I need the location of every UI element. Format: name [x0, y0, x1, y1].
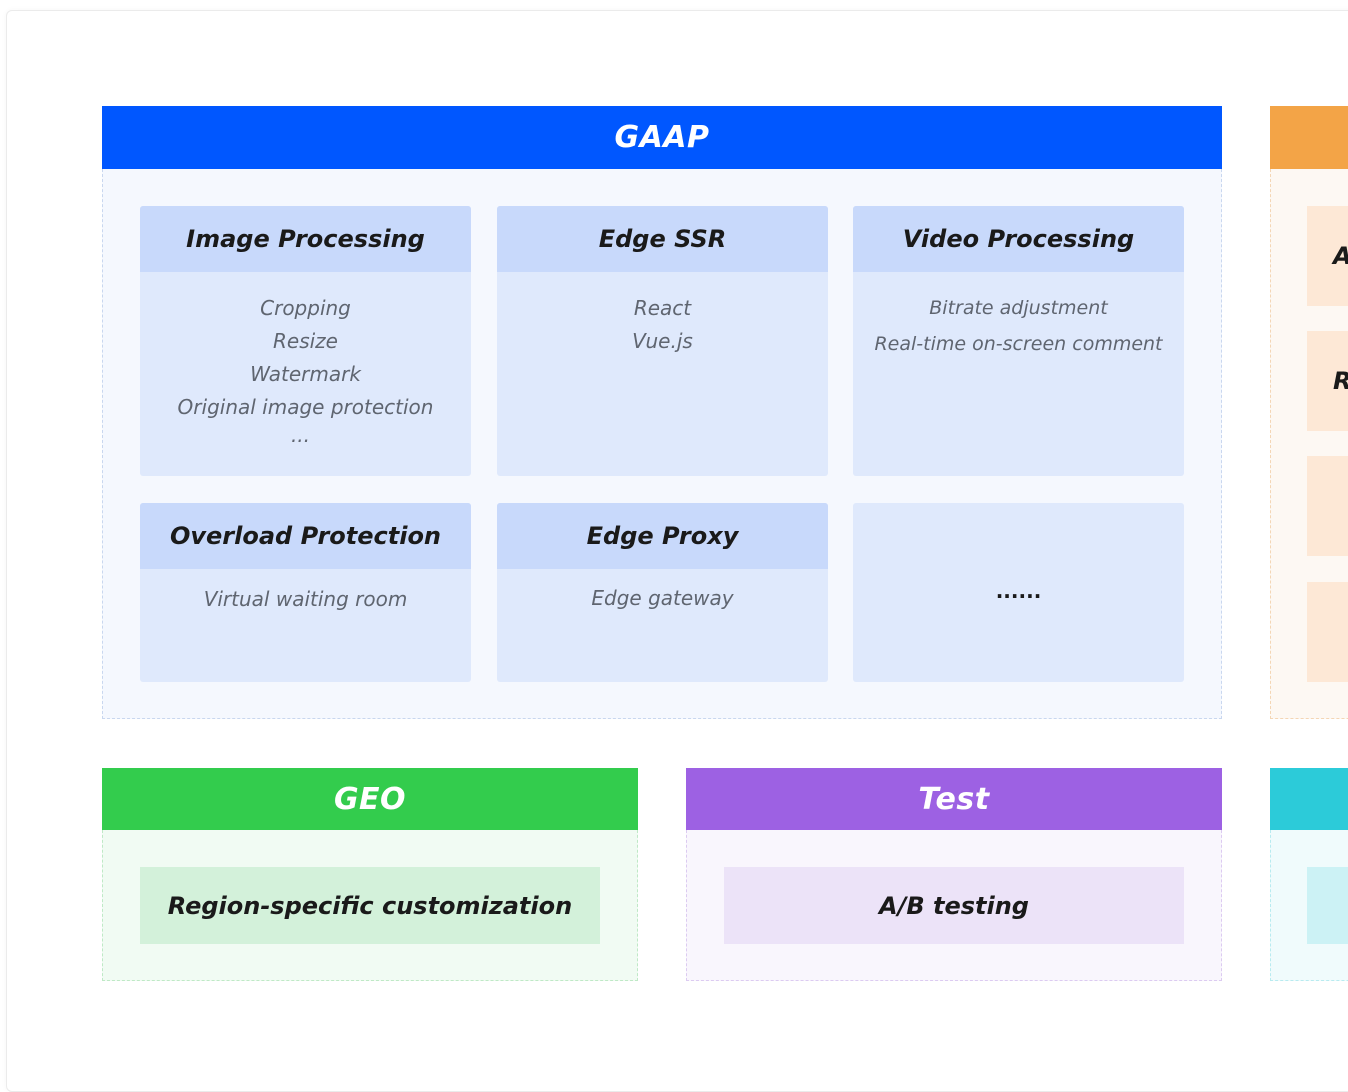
card-item: ... [290, 423, 311, 447]
card-item: Vue.js [632, 329, 693, 353]
card-body: Edge gateway [497, 569, 828, 615]
card-body: Cropping Resize Watermark Original image… [140, 272, 471, 446]
card-image-processing: Image Processing Cropping Resize Waterma… [140, 206, 471, 476]
test-item-label: A/B testing [879, 891, 1029, 920]
card-item: Bitrate adjustment [929, 297, 1108, 319]
card-title: Overload Protection [140, 503, 471, 569]
card-item: Original image protection [177, 395, 434, 419]
card-overload-protection: Overload Protection Virtual waiting room [140, 503, 471, 682]
orange-card [1307, 456, 1348, 556]
test-title: Test [918, 781, 990, 817]
cyan-item [1307, 867, 1348, 944]
card-title: Video Processing [853, 206, 1184, 272]
test-item: A/B testing [724, 867, 1184, 944]
card-video-processing: Video Processing Bitrate adjustment Real… [853, 206, 1184, 476]
geo-header: GEO [102, 768, 638, 830]
card-edge-proxy: Edge Proxy Edge gateway [497, 503, 828, 682]
card-title: Edge SSR [497, 206, 828, 272]
more-ellipsis: ...... [995, 579, 1042, 603]
card-body: React Vue.js [497, 272, 828, 358]
cyan-header [1270, 768, 1348, 830]
card-body: Bitrate adjustment Real-time on-screen c… [853, 272, 1184, 362]
card-item: Cropping [260, 296, 351, 320]
card-body: Virtual waiting room [140, 569, 471, 616]
orange-card [1307, 582, 1348, 682]
geo-title: GEO [333, 781, 407, 817]
orange-card-label: R [1333, 367, 1348, 395]
card-item: Edge gateway [591, 586, 734, 610]
card-item: Real-time on-screen comment [874, 333, 1163, 355]
geo-item: Region-specific customization [140, 867, 600, 944]
orange-card: A [1307, 206, 1348, 306]
orange-card-label: A [1333, 242, 1348, 270]
card-item: Resize [273, 329, 338, 353]
gaap-title: GAAP [614, 120, 710, 155]
card-item: React [633, 296, 692, 320]
card-title: Edge Proxy [497, 503, 828, 569]
card-item: Virtual waiting room [203, 587, 408, 611]
test-header: Test [686, 768, 1222, 830]
orange-card: R [1307, 331, 1348, 431]
card-item: Watermark [250, 362, 361, 386]
gaap-header: GAAP [102, 106, 1222, 169]
orange-header [1270, 106, 1348, 169]
card-edge-ssr: Edge SSR React Vue.js [497, 206, 828, 476]
card-title: Image Processing [140, 206, 471, 272]
geo-item-label: Region-specific customization [167, 891, 573, 920]
card-more: ...... [853, 503, 1184, 682]
